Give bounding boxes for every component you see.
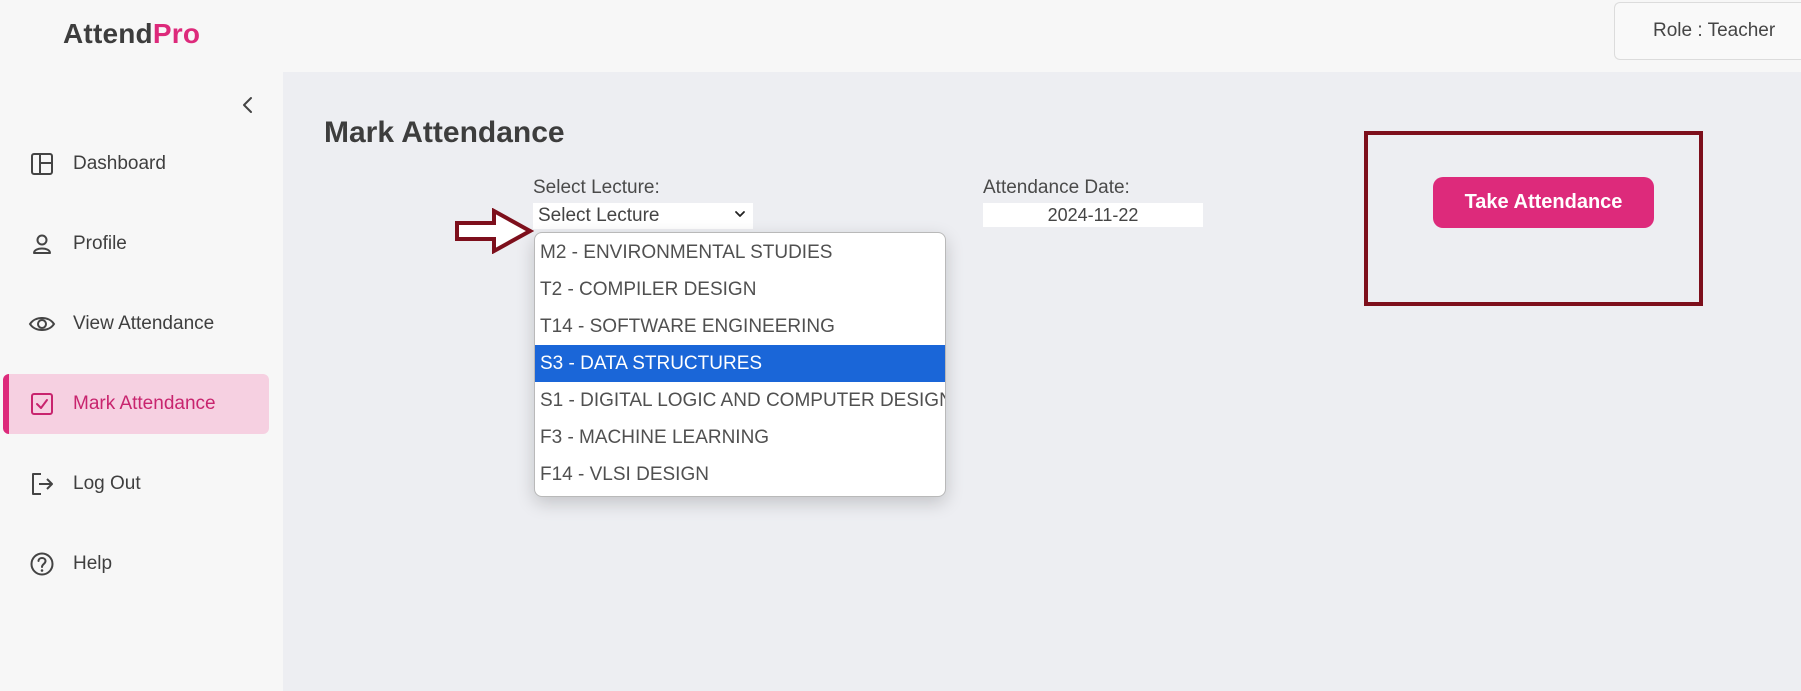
- top-bar: AttendPro Role : Teacher: [0, 0, 1801, 72]
- lecture-option[interactable]: F14 - VLSI DESIGN: [535, 456, 945, 493]
- sidebar-item-label: Dashboard: [73, 153, 166, 174]
- sidebar-item-label: Log Out: [73, 473, 141, 494]
- sidebar-item-label: Help: [73, 553, 113, 574]
- lecture-label: Select Lecture:: [533, 177, 660, 198]
- sidebar-item-dashboard[interactable]: Dashboard: [4, 134, 263, 194]
- lecture-dropdown-list: M2 - ENVIRONMENTAL STUDIES T2 - COMPILER…: [534, 232, 946, 497]
- take-attendance-button[interactable]: Take Attendance: [1433, 177, 1654, 228]
- logo-text-pro: Pro: [152, 18, 201, 49]
- annotation-arrow-icon: [455, 208, 534, 254]
- lecture-option[interactable]: F3 - MACHINE LEARNING: [535, 419, 945, 456]
- logout-icon: [28, 470, 56, 498]
- dashboard-icon: [28, 150, 56, 178]
- help-icon: [28, 550, 56, 578]
- lecture-option[interactable]: S1 - DIGITAL LOGIC AND COMPUTER DESIGN: [535, 382, 945, 419]
- sidebar-item-label: Profile: [73, 233, 127, 254]
- sidebar-item-view-attendance[interactable]: View Attendance: [4, 294, 263, 354]
- sidebar-item-profile[interactable]: Profile: [4, 214, 263, 274]
- lecture-select-value: Select Lecture: [538, 205, 660, 226]
- sidebar-item-log-out[interactable]: Log Out: [4, 454, 263, 514]
- attendance-date-input[interactable]: 2024-11-22: [983, 203, 1203, 227]
- sidebar-item-mark-attendance[interactable]: Mark Attendance: [3, 374, 269, 434]
- lecture-option-highlighted[interactable]: S3 - DATA STRUCTURES: [535, 345, 945, 382]
- sidebar-item-help[interactable]: Help: [4, 534, 263, 594]
- logo-text-attend: Attend: [63, 18, 153, 49]
- app-logo[interactable]: AttendPro: [63, 18, 200, 50]
- sidebar: Dashboard Profile View Attendance Mark A…: [0, 72, 283, 691]
- checkbox-icon: [28, 390, 56, 418]
- main-content: Mark Attendance Select Lecture: Select L…: [283, 72, 1801, 691]
- collapse-sidebar-button[interactable]: [238, 94, 258, 116]
- role-badge: Role : Teacher: [1614, 2, 1801, 60]
- lecture-select[interactable]: Select Lecture: [533, 203, 753, 229]
- sidebar-item-label: Mark Attendance: [73, 393, 216, 414]
- eye-icon: [28, 310, 56, 338]
- role-label: Role : Teacher: [1653, 20, 1776, 41]
- chevron-down-icon: [735, 211, 745, 217]
- attendance-date-value: 2024-11-22: [1047, 204, 1139, 225]
- attendance-date-label: Attendance Date:: [983, 177, 1130, 198]
- lecture-option[interactable]: T14 - SOFTWARE ENGINEERING: [535, 308, 945, 345]
- lecture-option[interactable]: T2 - COMPILER DESIGN: [535, 271, 945, 308]
- sidebar-item-label: View Attendance: [73, 313, 215, 334]
- chevron-left-icon: [243, 97, 252, 113]
- page-title: Mark Attendance: [324, 116, 565, 149]
- user-icon: [28, 230, 56, 258]
- lecture-option[interactable]: M2 - ENVIRONMENTAL STUDIES: [535, 234, 945, 271]
